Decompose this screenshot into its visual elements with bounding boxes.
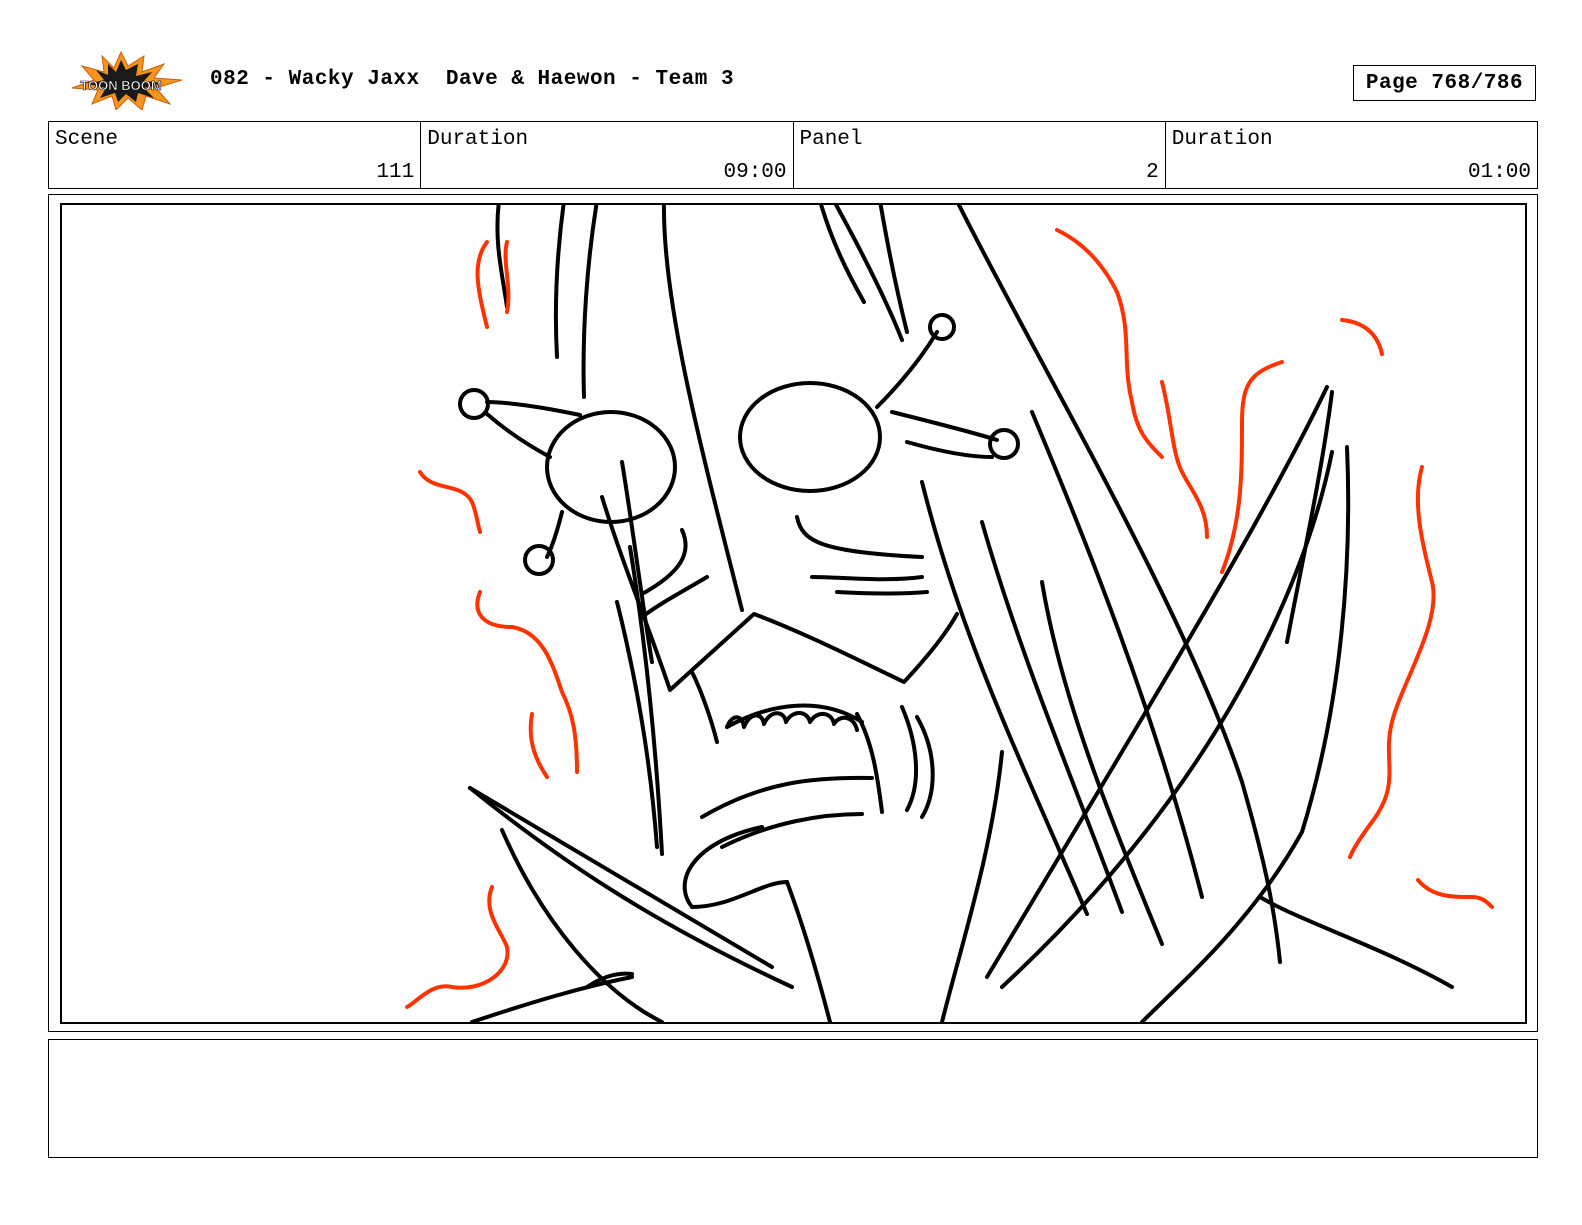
scene-cell: Scene 111 (49, 122, 422, 188)
scene-duration-value: 09:00 (723, 161, 787, 184)
scene-duration-cell: Duration 09:00 (421, 122, 794, 188)
logo-text: TOON BOOM (80, 78, 161, 93)
scene-label: Scene (55, 128, 119, 151)
page-number: Page 768/786 (1353, 65, 1536, 101)
scene-info-table: Scene 111 Duration 09:00 Panel 2 Duratio… (48, 121, 1538, 189)
panel-label: Panel (799, 128, 863, 151)
panel-duration-cell: Duration 01:00 (1166, 122, 1537, 188)
panel-duration-label: Duration (1171, 128, 1273, 151)
sketch-black-lines (458, 205, 1454, 1022)
toon-boom-logo: TOON BOOM (52, 50, 190, 111)
panel-cell: Panel 2 (794, 122, 1166, 188)
panel-notes-box (48, 1039, 1538, 1158)
scene-duration-label: Duration (427, 128, 529, 151)
panel-duration-value: 01:00 (1467, 161, 1531, 184)
panel-value: 2 (1146, 161, 1159, 184)
storyboard-title: 082 - Wacky Jaxx Dave & Haewon - Team 3 (210, 68, 735, 91)
panel-drawing (60, 203, 1527, 1024)
scene-value: 111 (376, 161, 415, 184)
sketch-rage-lines (405, 228, 1494, 1009)
